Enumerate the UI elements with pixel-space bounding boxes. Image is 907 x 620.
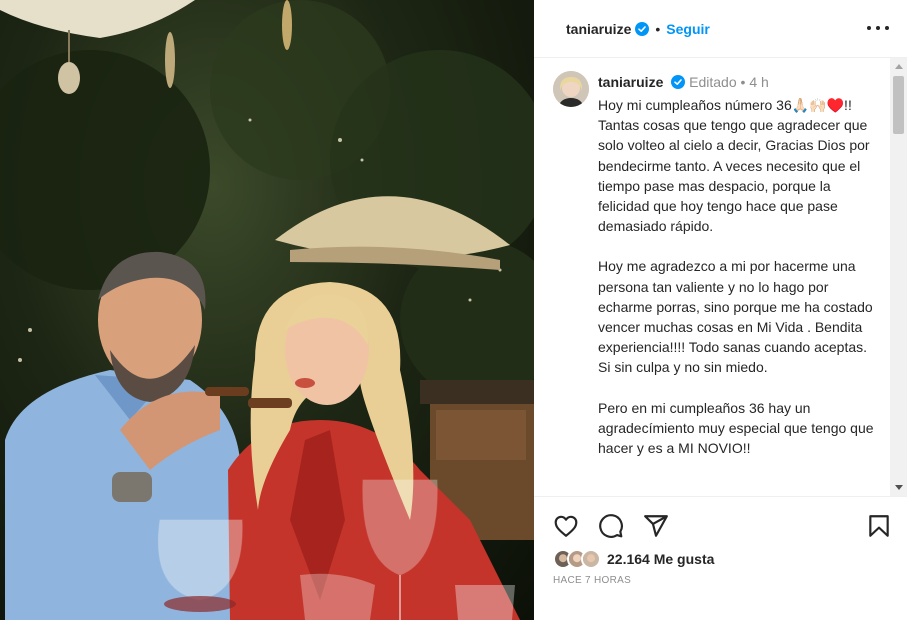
- avatar-image: [553, 71, 589, 107]
- heart-icon[interactable]: [553, 513, 579, 539]
- avatar[interactable]: [553, 71, 589, 107]
- caption-paragraph: Hoy me agradezco a mi por hacerme una pe…: [598, 258, 873, 376]
- caption-paragraph: Hoy mi cumpleaños número 36🙏🏻🙌🏻♥️!! Tant…: [598, 97, 870, 235]
- verified-icon: [671, 75, 686, 89]
- separator-dot: •: [655, 20, 661, 37]
- caption-section: taniaruize Editado • 4 h Hoy mi cumpleañ…: [534, 58, 907, 496]
- follow-button[interactable]: Seguir: [666, 21, 710, 37]
- caption-username[interactable]: taniaruize: [598, 74, 663, 90]
- likes-row: 22.164 Me gusta: [553, 549, 714, 569]
- photo-illustration: [0, 0, 534, 620]
- verified-icon: [635, 21, 650, 36]
- post-header: taniaruize • Seguir: [534, 0, 907, 58]
- meta-separator: •: [740, 74, 746, 90]
- liker-avatar: [581, 549, 601, 569]
- post-timestamp[interactable]: HACE 7 HORAS: [553, 575, 631, 586]
- time-ago[interactable]: 4 h: [749, 74, 768, 90]
- scroll-down-icon[interactable]: [895, 485, 903, 490]
- caption-header: taniaruize Editado • 4 h: [598, 74, 769, 90]
- edited-label: Editado: [689, 74, 737, 90]
- post-actions: 22.164 Me gusta HACE 7 HORAS: [534, 496, 907, 620]
- post-author-username[interactable]: taniaruize: [566, 21, 631, 37]
- comment-icon[interactable]: [598, 513, 624, 539]
- post-photo[interactable]: [0, 0, 534, 620]
- bookmark-icon[interactable]: [866, 513, 892, 539]
- share-icon[interactable]: [643, 513, 669, 539]
- likes-count[interactable]: 22.164 Me gusta: [607, 551, 714, 567]
- more-options-icon[interactable]: [867, 18, 889, 38]
- caption-text: Hoy mi cumpleaños número 36🙏🏻🙌🏻♥️!! Tant…: [598, 95, 880, 478]
- scroll-up-icon[interactable]: [895, 64, 903, 69]
- post-side-panel: taniaruize • Seguir taniaruize Editado •: [534, 0, 907, 620]
- caption-paragraph: Pero en mi cumpleaños 36 hay un agradecí…: [598, 399, 874, 457]
- caption-scrollbar[interactable]: [890, 58, 907, 496]
- scrollbar-thumb[interactable]: [893, 76, 904, 134]
